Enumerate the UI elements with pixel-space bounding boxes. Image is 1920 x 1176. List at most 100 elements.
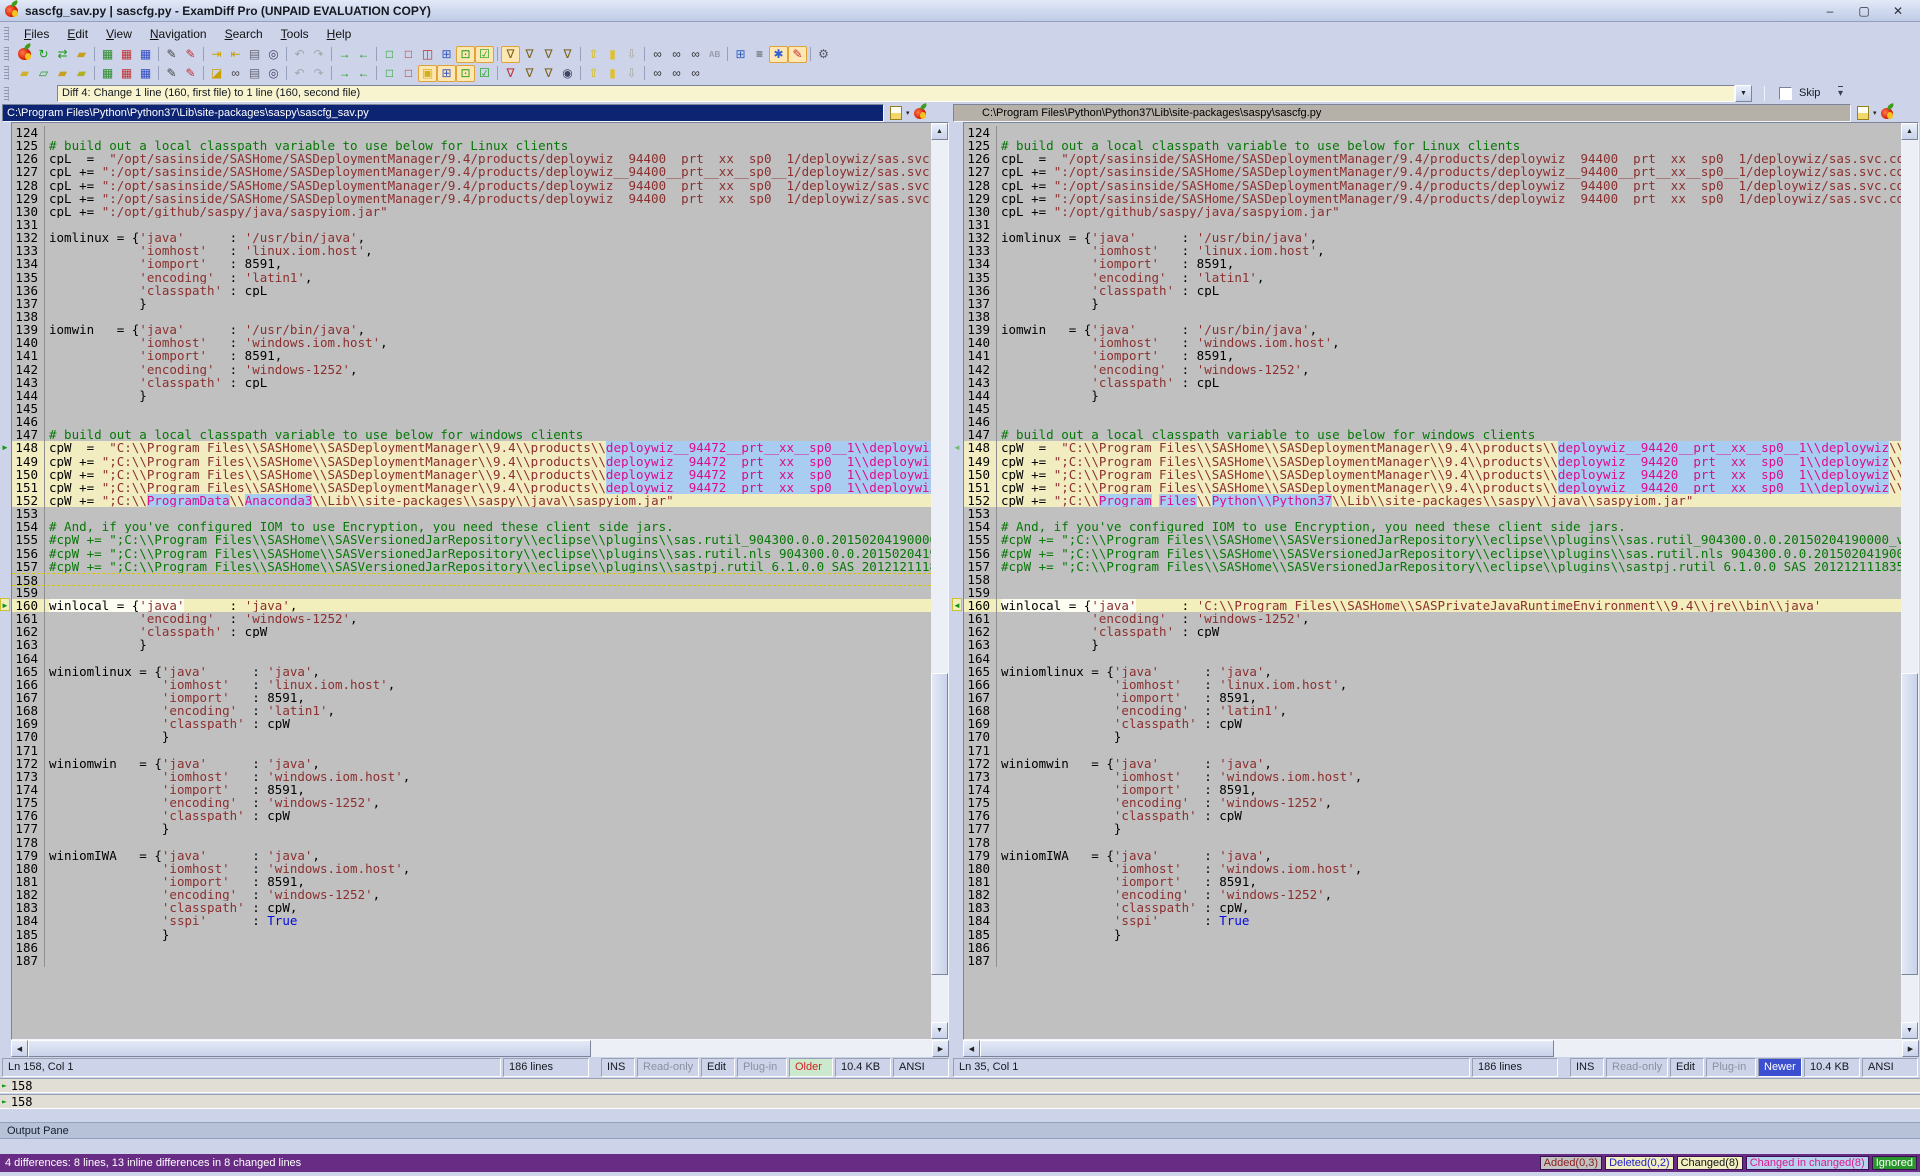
code-line[interactable]: 146 — [12, 415, 931, 428]
code-line[interactable]: 180 'iomhost' : 'windows.iom.host', — [964, 862, 1901, 875]
code-line[interactable]: 186 — [12, 941, 931, 954]
merge-up-icon[interactable]: ⇧ — [584, 65, 603, 82]
right-vertical-scrollbar[interactable]: ▲ ▼ — [1901, 123, 1918, 1039]
code-line[interactable]: 141 'iomport' : 8591, — [12, 349, 931, 362]
go-prev-diff-icon[interactable]: ← — [354, 65, 373, 82]
code-line[interactable]: 176 'classpath' : cpW — [12, 809, 931, 822]
pane-both-icon[interactable]: ▣ — [418, 65, 437, 82]
code-line[interactable]: 155#cpW += ";C:\\Program Files\\SASHome\… — [964, 533, 1901, 546]
code-line[interactable]: 169 'classpath' : cpW — [12, 717, 931, 730]
left-horizontal-scroll-thumb[interactable] — [28, 1040, 591, 1057]
print-icon[interactable]: ▤ — [245, 46, 264, 63]
code-line[interactable]: 167 'iomport' : 8591, — [964, 691, 1901, 704]
merge-save-icon[interactable]: ◪ — [207, 65, 226, 82]
code-line[interactable]: 133 'iomhost' : 'linux.iom.host', — [12, 244, 931, 257]
pane-first-icon[interactable]: □ — [380, 65, 399, 82]
code-line[interactable]: 187 — [12, 954, 931, 967]
code-line[interactable]: 129cpL += ":/opt/sasinside/SASHome/SASDe… — [964, 192, 1901, 205]
code-line[interactable]: 155#cpW += ";C:\\Program Files\\SASHome\… — [12, 533, 931, 546]
line-inspector-row[interactable]: ►158 — [0, 1094, 1920, 1109]
right-file-path[interactable]: C:\Program Files\Python\Python37\Lib\sit… — [953, 104, 1851, 122]
filter-icon[interactable]: ∇ — [501, 46, 520, 63]
find-in-files-icon[interactable]: ∞ — [226, 65, 245, 82]
save-second-icon[interactable]: ▦ — [117, 46, 136, 63]
code-line[interactable]: 137 } — [12, 297, 931, 310]
copy-to-first-icon[interactable]: ⇥ — [207, 46, 226, 63]
swap-panes-icon[interactable]: ⇄ — [53, 46, 72, 63]
match-case-icon[interactable]: AB — [705, 46, 724, 63]
menu-item-search[interactable]: Search — [216, 24, 272, 44]
code-line[interactable]: 136 'classpath' : cpL — [964, 284, 1901, 297]
view-options-icon[interactable]: ⊞ — [731, 46, 750, 63]
sync-scroll-icon[interactable]: ⊡ — [456, 46, 475, 63]
code-line[interactable]: 125# build out a local classpath variabl… — [964, 139, 1901, 152]
code-line[interactable]: 160winlocal = {'java' : 'java', — [12, 599, 931, 612]
code-line[interactable]: 162 'classpath' : cpW — [964, 625, 1901, 638]
code-line[interactable]: 137 } — [964, 297, 1901, 310]
previous-difference-icon[interactable]: ← — [354, 46, 373, 63]
code-line[interactable]: 129cpL += ":/opt/sasinside/SASHome/SASDe… — [12, 192, 931, 205]
menu-grip[interactable] — [4, 27, 9, 41]
diffbar-grip[interactable] — [4, 87, 9, 101]
code-line[interactable]: 126cpL = "/opt/sasinside/SASHome/SASDepl… — [12, 152, 931, 165]
code-line[interactable]: 131 — [12, 218, 931, 231]
skip-checkbox[interactable] — [1779, 87, 1792, 100]
left-code-pane[interactable]: 124125# build out a local classpath vari… — [11, 122, 949, 1040]
code-line[interactable]: 171 — [964, 744, 1901, 757]
code-line[interactable]: 154# And, if you've configured IOM to us… — [12, 520, 931, 533]
legend-chip-ignored[interactable]: Ignored — [1872, 1156, 1917, 1170]
code-line[interactable]: 128cpL += ":/opt/sasinside/SASHome/SASDe… — [12, 179, 931, 192]
copy-block-icon[interactable]: ▮ — [603, 46, 622, 63]
save-right-icon[interactable]: ▦ — [117, 65, 136, 82]
code-line[interactable]: 138 — [964, 310, 1901, 323]
merge-block-icon[interactable]: ▮ — [603, 65, 622, 82]
code-line[interactable]: 169 'classpath' : cpW — [964, 717, 1901, 730]
code-line[interactable]: 174 'iomport' : 8591, — [12, 783, 931, 796]
code-line[interactable]: 149cpW += ";C:\\Program Files\\SASHome\\… — [964, 455, 1901, 468]
legend-chip-added-0-3-[interactable]: Added(0,3) — [1540, 1156, 1602, 1170]
code-line[interactable]: 132iomlinux = {'java' : '/usr/bin/java', — [12, 231, 931, 244]
code-line[interactable]: 150cpW += ";C:\\Program Files\\SASHome\\… — [12, 468, 931, 481]
code-line[interactable]: 134 'iomport' : 8591, — [964, 257, 1901, 270]
search-next-icon[interactable]: ∞ — [648, 65, 667, 82]
toolbar-grip[interactable] — [4, 47, 9, 61]
left-scroll-left-icon[interactable]: ◀ — [11, 1040, 28, 1057]
code-line[interactable]: 181 'iomport' : 8591, — [12, 875, 931, 888]
code-line[interactable]: 152cpW += ";C:\\ProgramData\\Anaconda3\\… — [12, 494, 931, 507]
code-line[interactable]: 149cpW += ";C:\\Program Files\\SASHome\\… — [12, 455, 931, 468]
save-both-icon[interactable]: ▦ — [136, 65, 155, 82]
left-copy-path-icon[interactable] — [890, 106, 902, 120]
menu-item-files[interactable]: Files — [15, 24, 58, 44]
new-session-icon[interactable]: ▰ — [15, 65, 34, 82]
auto-recompare-icon[interactable]: ☑ — [475, 46, 494, 63]
code-line[interactable]: 154# And, if you've configured IOM to us… — [964, 520, 1901, 533]
code-line[interactable]: 181 'iomport' : 8591, — [964, 875, 1901, 888]
redo-edit-icon[interactable]: ↷ — [309, 65, 328, 82]
code-line[interactable]: 177 } — [12, 822, 931, 835]
code-line[interactable]: 153 — [964, 507, 1901, 520]
code-line[interactable]: 151cpW += ";C:\\Program Files\\SASHome\\… — [964, 481, 1901, 494]
show-second-only-icon[interactable]: □ — [399, 46, 418, 63]
code-line[interactable]: 140 'iomhost' : 'windows.iom.host', — [964, 336, 1901, 349]
code-line[interactable]: 157#cpW += ";C:\\Program Files\\SASHome\… — [964, 560, 1901, 573]
show-both-icon[interactable]: ◫ — [418, 46, 437, 63]
right-scroll-up-icon[interactable]: ▲ — [1901, 123, 1918, 140]
code-line[interactable]: 180 'iomhost' : 'windows.iom.host', — [12, 862, 931, 875]
code-line[interactable]: 153 — [12, 507, 931, 520]
code-line[interactable]: 182 'encoding' : 'windows-1252', — [12, 888, 931, 901]
left-scroll-down-icon[interactable]: ▼ — [931, 1022, 948, 1039]
code-line[interactable]: 172winiomwin = {'java' : 'java', — [12, 757, 931, 770]
code-line[interactable]: 166 'iomhost' : 'linux.iom.host', — [12, 678, 931, 691]
code-line[interactable]: 124 — [12, 126, 931, 139]
copy-to-second-icon[interactable]: ⇤ — [226, 46, 245, 63]
right-path-dropdown-icon[interactable]: ▾ — [1873, 109, 1877, 117]
code-line[interactable]: 187 — [964, 954, 1901, 967]
code-line[interactable]: 135 'encoding' : 'latin1', — [12, 271, 931, 284]
left-vertical-scroll-thumb[interactable] — [931, 673, 948, 975]
code-line[interactable]: 142 'encoding' : 'windows-1252', — [964, 363, 1901, 376]
split-view-icon[interactable]: ⊞ — [437, 46, 456, 63]
filter-deleted-icon[interactable]: ∇ — [539, 46, 558, 63]
find-previous-icon[interactable]: ∞ — [667, 46, 686, 63]
pane-grid-icon[interactable]: ⊞ — [437, 65, 456, 82]
code-line[interactable]: 175 'encoding' : 'windows-1252', — [964, 796, 1901, 809]
